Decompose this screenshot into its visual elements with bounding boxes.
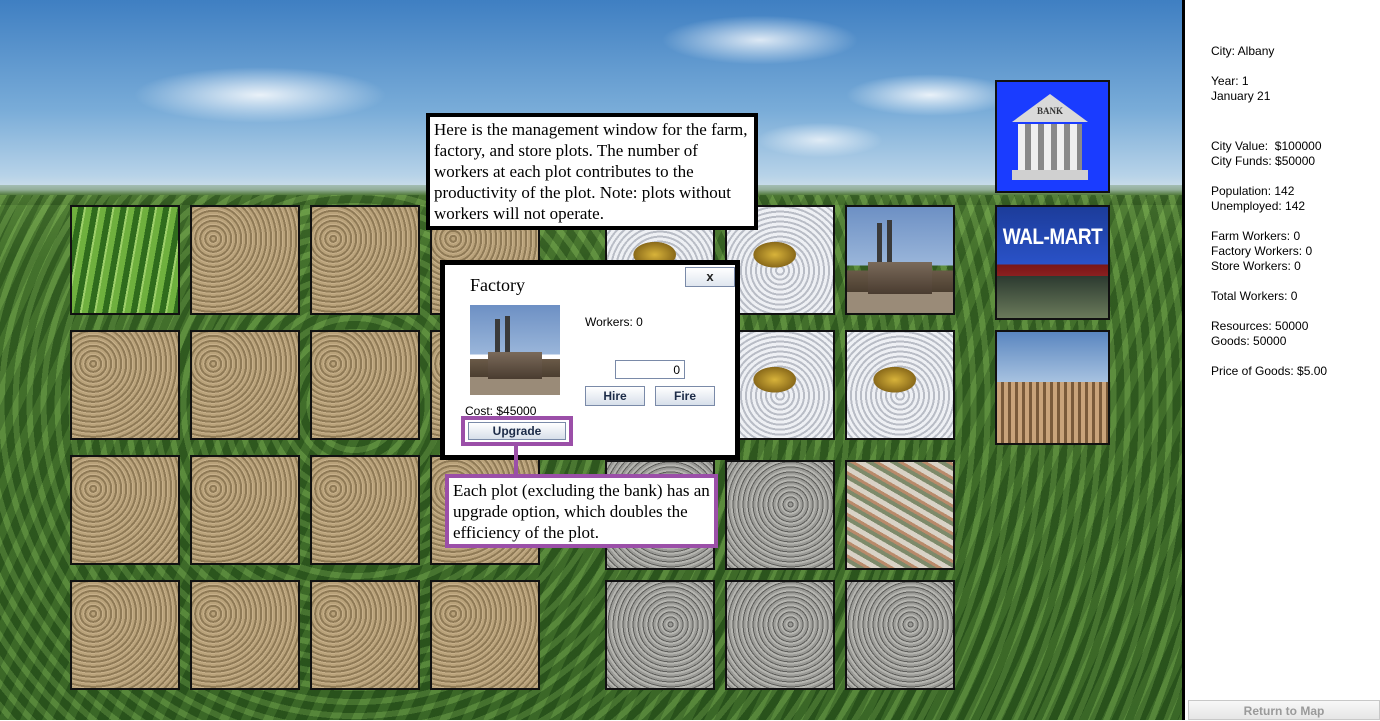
plot-store[interactable]: WAL-MART (995, 205, 1110, 320)
plot-empty[interactable] (70, 455, 180, 565)
city-funds: City Funds: $50000 (1211, 154, 1316, 168)
plot-empty[interactable] (310, 580, 420, 690)
city-value: City Value: $100000 (1211, 139, 1322, 153)
game-board: BANK WAL-MART Here is the management win… (0, 0, 1182, 720)
city-stats-sidebar: City: Albany Year: 1 January 21 City Val… (1182, 0, 1380, 720)
plot-empty[interactable] (310, 330, 420, 440)
farm-workers: Farm Workers: 0 (1211, 229, 1301, 243)
plot-empty[interactable] (430, 580, 540, 690)
city-name: City: Albany (1211, 44, 1275, 58)
plot-empty[interactable] (190, 330, 300, 440)
plot-housing[interactable] (845, 460, 955, 570)
upgrade-highlight: Upgrade (461, 416, 573, 446)
plot-bank[interactable]: BANK (995, 80, 1110, 193)
population: Population: 142 (1211, 184, 1295, 198)
plot-empty[interactable] (310, 205, 420, 315)
plot-gravel[interactable] (605, 580, 715, 690)
workers-count: Workers: 0 (585, 315, 643, 329)
tutorial-upgrade-text: Each plot (excluding the bank) has an up… (453, 481, 710, 542)
year: Year: 1 (1211, 74, 1249, 88)
plot-factory-construction[interactable] (725, 330, 835, 440)
plot-construction[interactable] (995, 330, 1110, 445)
plot-gravel[interactable] (845, 580, 955, 690)
factory-workers: Factory Workers: 0 (1211, 244, 1313, 258)
tutorial-callout-upgrade: Each plot (excluding the bank) has an up… (445, 474, 718, 548)
plot-empty[interactable] (190, 455, 300, 565)
plot-empty[interactable] (310, 455, 420, 565)
unemployed: Unemployed: 142 (1211, 199, 1306, 213)
fire-button[interactable]: Fire (655, 386, 715, 406)
plot-farm[interactable] (70, 205, 180, 315)
upgrade-button[interactable]: Upgrade (468, 422, 566, 440)
goods: Goods: 50000 (1211, 334, 1287, 348)
price-of-goods: Price of Goods: $5.00 (1211, 364, 1328, 378)
plot-gravel[interactable] (725, 580, 835, 690)
bank-icon: BANK (1012, 94, 1088, 182)
callout-connector (514, 444, 518, 476)
plot-empty[interactable] (70, 330, 180, 440)
factory-image (470, 305, 560, 395)
hire-button[interactable]: Hire (585, 386, 645, 406)
return-to-map-button[interactable]: Return to Map (1188, 700, 1380, 720)
tutorial-callout-management: Here is the management window for the fa… (426, 113, 758, 230)
bank-sign: BANK (1036, 106, 1063, 116)
plot-factory-construction[interactable] (845, 330, 955, 440)
date: January 21 (1211, 89, 1271, 103)
plot-factory[interactable] (845, 205, 955, 315)
close-button[interactable]: x (685, 267, 735, 287)
plot-empty[interactable] (190, 205, 300, 315)
plot-empty[interactable] (70, 580, 180, 690)
plot-gravel[interactable] (725, 460, 835, 570)
worker-quantity-input[interactable] (615, 360, 685, 379)
resources: Resources: 50000 (1211, 319, 1309, 333)
tutorial-management-text: Here is the management window for the fa… (434, 120, 748, 223)
plot-empty[interactable] (190, 580, 300, 690)
store-sign: WAL-MART (1002, 225, 1103, 250)
store-workers: Store Workers: 0 (1211, 259, 1301, 273)
dialog-title: Factory (470, 275, 525, 295)
total-workers: Total Workers: 0 (1211, 289, 1298, 303)
plot-management-dialog: Factory x Workers: 0 Hire Fire Cost: $45… (440, 260, 740, 460)
